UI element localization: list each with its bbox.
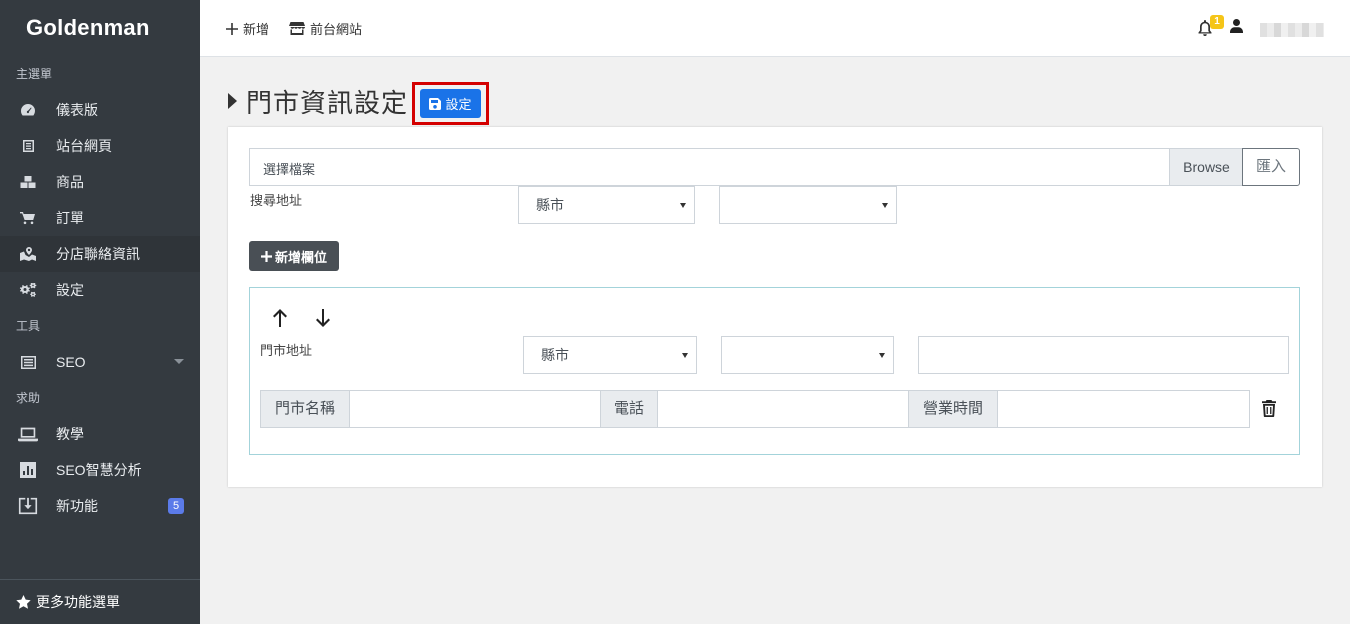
chevron-down-icon	[174, 359, 184, 364]
download-icon	[18, 496, 38, 516]
sidebar-item-label: SEO智慧分析	[56, 462, 142, 478]
move-up-button[interactable]	[272, 309, 288, 327]
phone-input[interactable]	[657, 390, 909, 428]
file-input[interactable]: 選擇檔案 Browse	[249, 148, 1244, 186]
frontend-site-link[interactable]: 前台網站	[289, 19, 362, 38]
phone-addon: 電話	[600, 390, 658, 428]
top-navbar: 新增 前台網站 1	[200, 0, 1350, 57]
sidebar-item-products[interactable]: 商品	[0, 164, 200, 200]
cart-icon	[18, 208, 38, 228]
arrow-up-icon	[273, 309, 287, 327]
store-address-input[interactable]	[918, 336, 1289, 374]
store-name-addon: 門市名稱	[260, 390, 350, 428]
caret-right-icon	[228, 93, 237, 109]
new-features-badge: 5	[168, 498, 184, 514]
search-county-select[interactable]: 縣市	[518, 186, 695, 224]
trash-icon[interactable]	[1262, 400, 1276, 418]
sidebar-item-label: 訂單	[56, 210, 84, 226]
sidebar-item-label: SEO	[56, 354, 86, 370]
plus-icon	[226, 22, 238, 35]
sidebar-item-label: 站台網頁	[56, 138, 112, 154]
gears-icon	[18, 280, 38, 300]
file-input-placeholder: 選擇檔案	[263, 162, 316, 177]
store-icon	[289, 22, 305, 35]
store-address-label: 門市地址	[260, 343, 313, 358]
store-name-input[interactable]	[349, 390, 601, 428]
page-title: 門市資訊設定	[246, 88, 409, 118]
sidebar-item-label: 新功能	[56, 498, 98, 514]
sidebar-item-seo[interactable]: SEO	[0, 344, 200, 380]
hours-addon: 營業時間	[908, 390, 998, 428]
user-name-blurred[interactable]	[1260, 23, 1324, 37]
sidebar-item-dashboard[interactable]: 儀表版	[0, 92, 200, 128]
browse-button[interactable]: Browse	[1169, 149, 1243, 185]
add-field-label: 新增欄位	[274, 249, 327, 265]
add-new-label: 新增	[243, 22, 270, 37]
save-settings-button[interactable]: 設定	[420, 89, 481, 118]
list-icon	[18, 352, 38, 372]
store-county-select[interactable]: 縣市	[523, 336, 697, 374]
star-icon	[16, 595, 31, 609]
notification-badge: 1	[1210, 15, 1224, 29]
map-marker-icon	[18, 244, 38, 264]
frontend-site-label: 前台網站	[310, 22, 363, 37]
brand-logo[interactable]: Goldenman	[0, 0, 200, 56]
add-field-button[interactable]: 新增欄位	[249, 241, 339, 271]
import-button[interactable]: 匯入	[1242, 148, 1300, 186]
arrow-down-icon	[316, 309, 330, 327]
sidebar-item-new-features[interactable]: 新功能 5	[0, 488, 200, 524]
sidebar-item-tutorial[interactable]: 教學	[0, 416, 200, 452]
hours-input[interactable]	[997, 390, 1250, 428]
plus-icon	[260, 250, 272, 262]
search-address-label: 搜尋地址	[250, 193, 303, 208]
add-new-link[interactable]: 新增	[226, 19, 269, 38]
page-icon	[18, 136, 38, 156]
sidebar-item-store-info[interactable]: 分店聯絡資訊	[0, 236, 200, 272]
bar-chart-icon	[18, 460, 38, 480]
boxes-icon	[18, 172, 38, 192]
section-header-main: 主選單	[16, 67, 53, 81]
more-menu-button[interactable]: 更多功能選單	[0, 579, 200, 624]
sidebar-item-orders[interactable]: 訂單	[0, 200, 200, 236]
sidebar-item-label: 教學	[56, 426, 84, 442]
dashboard-icon	[18, 100, 38, 120]
sidebar-item-settings[interactable]: 設定	[0, 272, 200, 308]
sidebar-item-label: 商品	[56, 174, 84, 190]
user-icon[interactable]	[1230, 19, 1243, 38]
section-header-tools: 工具	[16, 319, 41, 333]
move-down-button[interactable]	[315, 309, 331, 327]
more-menu-label: 更多功能選單	[36, 594, 120, 610]
sidebar: Goldenman 主選單 儀表版 站台網頁 商品 訂單 分店聯絡資訊 設定 工…	[0, 0, 200, 624]
floppy-disk-icon	[429, 97, 442, 110]
section-header-help: 求助	[16, 391, 41, 405]
laptop-icon	[18, 424, 38, 444]
sidebar-item-seo-analytics[interactable]: SEO智慧分析	[0, 452, 200, 488]
sidebar-item-label: 分店聯絡資訊	[56, 246, 140, 262]
store-district-select[interactable]	[721, 336, 894, 374]
sidebar-item-label: 儀表版	[56, 102, 98, 118]
search-district-select[interactable]	[719, 186, 897, 224]
save-settings-label: 設定	[445, 97, 472, 112]
sidebar-item-label: 設定	[56, 282, 84, 298]
sidebar-item-pages[interactable]: 站台網頁	[0, 128, 200, 164]
